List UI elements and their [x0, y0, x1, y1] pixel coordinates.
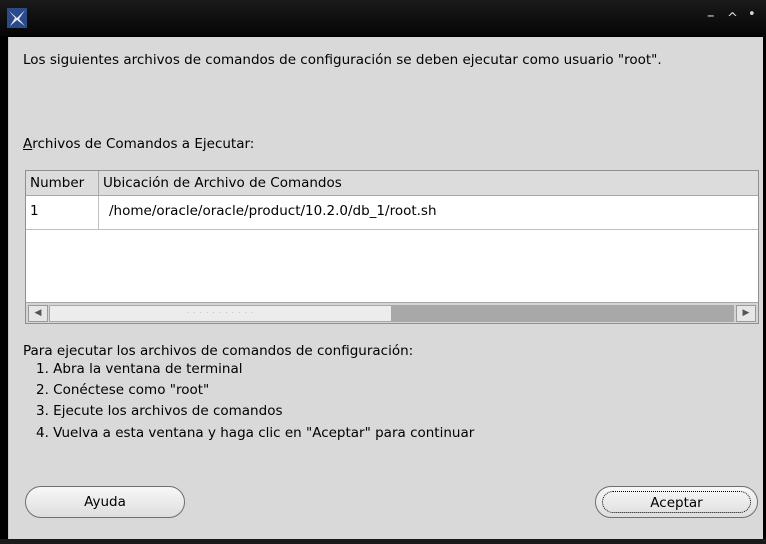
- close-button[interactable]: •: [748, 7, 756, 23]
- maximize-button[interactable]: ^: [727, 11, 738, 27]
- bottom-border: [0, 539, 766, 544]
- accept-button-label: Aceptar: [602, 491, 751, 513]
- instruction-step: 1. Abra la ventana de terminal: [36, 361, 243, 377]
- scripts-section-label: Archivos de Comandos a Ejecutar:: [23, 135, 254, 153]
- accept-button[interactable]: Aceptar: [595, 486, 758, 518]
- scroll-left-arrow-icon[interactable]: ◀: [28, 305, 48, 322]
- app-icon: [7, 8, 27, 28]
- help-button[interactable]: Ayuda: [25, 486, 185, 518]
- cell-script-path: /home/oracle/oracle/product/10.2.0/db_1/…: [109, 203, 437, 219]
- instruction-step: 3. Ejecute los archivos de comandos: [36, 403, 283, 419]
- scripts-table: Number Ubicación de Archivo de Comandos …: [25, 170, 759, 324]
- section-label-mnemonic: A: [23, 136, 33, 152]
- instruction-step: 2. Conéctese como "root": [36, 382, 210, 398]
- title-bar: – ^ •: [0, 0, 766, 36]
- horizontal-scrollbar[interactable]: ◀ · · · · · · · · · · · ▶: [26, 302, 758, 323]
- scroll-right-arrow-icon[interactable]: ▶: [736, 305, 756, 322]
- table-header: Number Ubicación de Archivo de Comandos: [26, 171, 758, 196]
- minimize-button[interactable]: –: [707, 7, 715, 23]
- column-header-number[interactable]: Number: [26, 171, 99, 195]
- scrollbar-thumb[interactable]: · · · · · · · · · · ·: [49, 305, 392, 322]
- intro-text: Los siguientes archivos de comandos de c…: [23, 52, 662, 68]
- section-label-text: rchivos de Comandos a Ejecutar:: [32, 136, 255, 152]
- scrollbar-track[interactable]: [392, 305, 734, 322]
- cell-number: 1: [26, 196, 99, 229]
- table-row[interactable]: 1 /home/oracle/oracle/product/10.2.0/db_…: [26, 196, 758, 230]
- instruction-step: 4. Vuelva a esta ventana y haga clic en …: [36, 425, 475, 441]
- column-header-location[interactable]: Ubicación de Archivo de Comandos: [99, 171, 703, 195]
- dialog-body: Los siguientes archivos de comandos de c…: [8, 37, 763, 539]
- instructions-heading: Para ejecutar los archivos de comandos d…: [23, 343, 414, 359]
